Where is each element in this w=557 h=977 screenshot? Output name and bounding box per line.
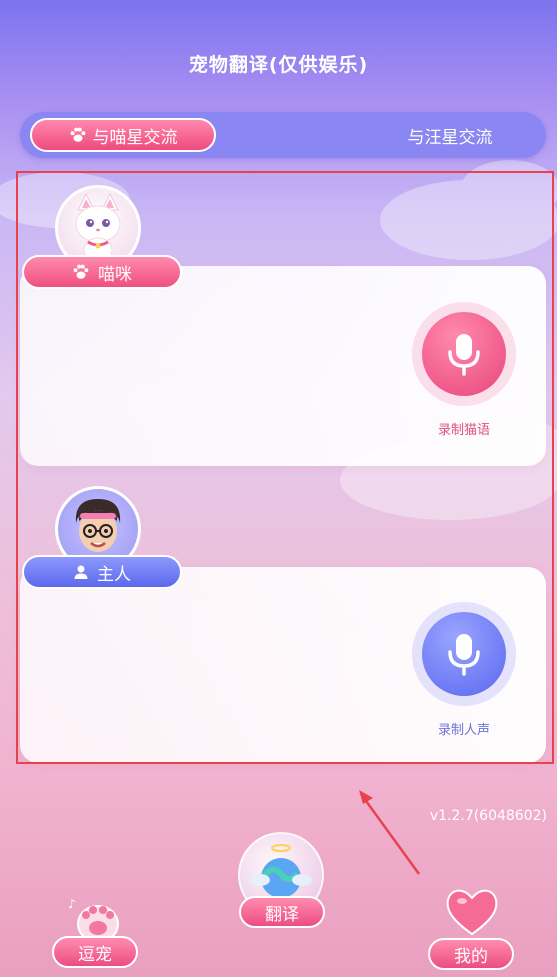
- version-text: v1.2.7(6048602): [429, 808, 547, 824]
- tab-cat[interactable]: 与喵星交流: [30, 118, 216, 152]
- nav-pet[interactable]: ♪ 逗宠: [48, 880, 140, 970]
- tab-dog-label: 与汪星交流: [407, 127, 493, 148]
- tab-cat-label: 与喵星交流: [92, 127, 178, 148]
- svg-text:♪: ♪: [68, 897, 76, 911]
- heart-icon: [446, 889, 498, 936]
- page-title: 宠物翻译(仅供娱乐): [188, 54, 369, 76]
- nav-mine[interactable]: 我的: [424, 884, 520, 972]
- paw-icon: [70, 127, 85, 142]
- mode-switch: 与喵星交流 与汪星交流: [20, 112, 546, 158]
- tab-dog[interactable]: 与汪星交流: [360, 118, 540, 152]
- nav-mine-label: 我的: [428, 938, 514, 970]
- nav-translate-label: 翻译: [239, 896, 325, 928]
- annotation-arrow: [359, 790, 421, 875]
- highlight-frame: [16, 171, 554, 764]
- nav-translate[interactable]: 翻译: [234, 832, 330, 932]
- nav-pet-label: 逗宠: [52, 936, 138, 968]
